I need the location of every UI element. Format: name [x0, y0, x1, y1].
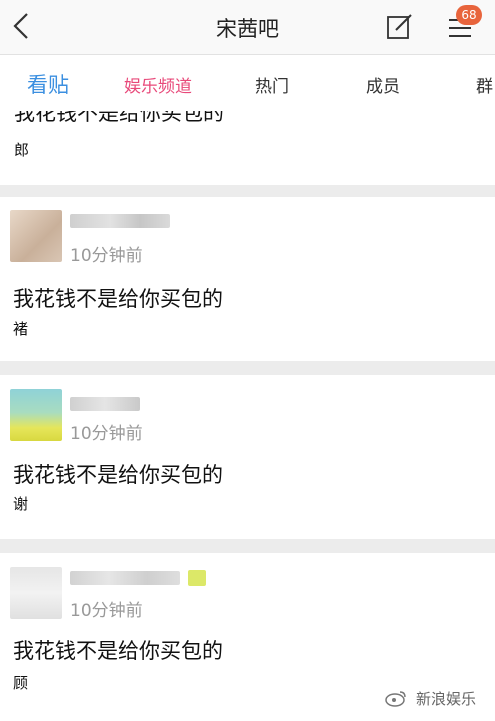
post-time: 10分钟前 [70, 246, 143, 266]
post-time: 10分钟前 [70, 424, 143, 444]
user-level-badge [188, 570, 206, 586]
post-card[interactable]: 10分钟前 我花钱不是给你买包的 谢 [0, 375, 495, 539]
avatar[interactable] [10, 210, 62, 262]
post-reply: 郎 [14, 141, 30, 159]
notification-badge[interactable]: 68 [456, 5, 482, 25]
post-content: 我花钱不是给你买包的 [14, 111, 224, 125]
tab-members[interactable]: 成员 [366, 72, 400, 97]
post-time: 10分钟前 [70, 601, 143, 621]
post-reply: 顾 [13, 674, 29, 692]
tab-entertainment[interactable]: 娱乐频道 [124, 72, 192, 97]
post-reply: 褚 [13, 320, 29, 338]
username-blurred[interactable] [70, 397, 140, 411]
post-reply: 谢 [13, 495, 29, 513]
edit-icon[interactable] [386, 13, 414, 41]
post-card[interactable]: 我花钱不是给你买包的 郎 [0, 111, 495, 185]
watermark-text: 新浪娱乐 [416, 690, 477, 708]
post-content: 我花钱不是给你买包的 [13, 463, 223, 487]
post-content: 我花钱不是给你买包的 [13, 287, 223, 311]
username-blurred[interactable] [70, 214, 170, 228]
top-bar: 宋茜吧 68 [0, 0, 495, 54]
tab-groups[interactable]: 群 [476, 72, 493, 97]
page-title: 宋茜吧 [216, 17, 279, 41]
tab-posts[interactable]: 看贴 [27, 69, 69, 99]
post-card[interactable]: 10分钟前 我花钱不是给你买包的 褚 [0, 197, 495, 361]
post-content: 我花钱不是给你买包的 [13, 639, 223, 663]
avatar[interactable] [10, 389, 62, 441]
username-blurred[interactable] [70, 571, 180, 585]
weibo-logo-icon [385, 691, 406, 707]
tab-hot[interactable]: 热门 [255, 72, 289, 97]
avatar[interactable] [10, 567, 62, 619]
tab-bar: 看贴 娱乐频道 热门 成员 群 [0, 54, 495, 111]
